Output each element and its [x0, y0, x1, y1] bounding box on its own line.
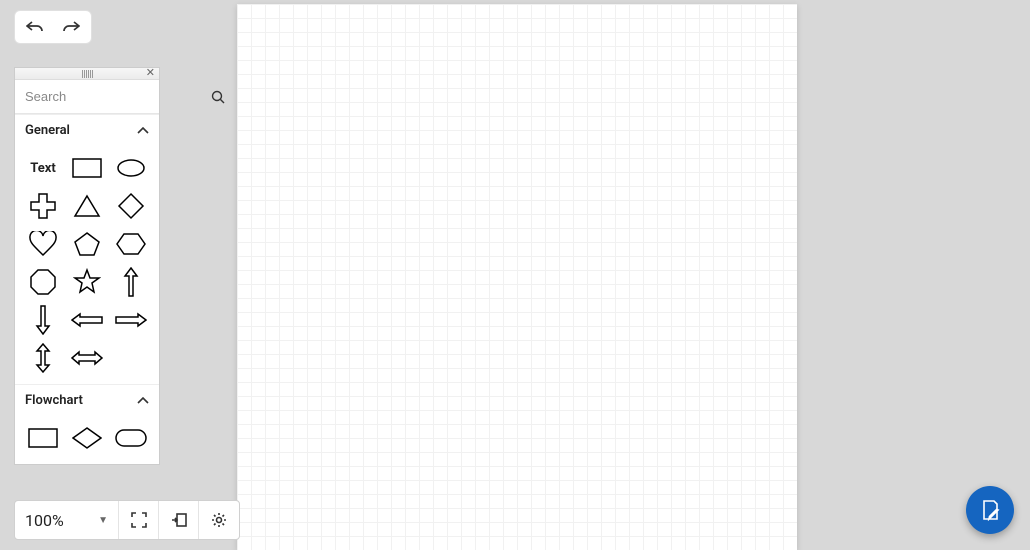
shape-fc-decision[interactable]: [67, 422, 107, 454]
edit-page-icon: [979, 499, 1001, 521]
section-body-general: Text: [15, 146, 159, 384]
grip-icon: [77, 70, 97, 78]
shape-text[interactable]: Text: [23, 152, 63, 184]
section-label: Flowchart: [25, 393, 83, 408]
redo-icon: [62, 20, 80, 34]
zoom-value: 100%: [25, 511, 64, 530]
shape-arrow-down[interactable]: [23, 304, 63, 336]
shape-ellipse[interactable]: [111, 152, 151, 184]
shape-hexagon[interactable]: [111, 228, 151, 260]
gear-icon: [211, 512, 227, 528]
shape-pentagon[interactable]: [67, 228, 107, 260]
shape-fc-process[interactable]: [23, 422, 63, 454]
process-icon: [28, 428, 58, 448]
decision-icon: [72, 427, 102, 449]
heart-icon: [29, 231, 57, 257]
palette-titlebar[interactable]: ✕: [15, 68, 159, 80]
section-head-general[interactable]: General: [15, 114, 159, 146]
shape-arrow-leftright[interactable]: [67, 342, 107, 374]
shape-arrow-right[interactable]: [111, 304, 151, 336]
shape-heart[interactable]: [23, 228, 63, 260]
settings-button[interactable]: [199, 501, 239, 539]
palette-search: [15, 80, 159, 114]
shape-fc-terminator[interactable]: [111, 422, 151, 454]
shape-octagon[interactable]: [23, 266, 63, 298]
cross-icon: [29, 192, 57, 220]
shape-star[interactable]: [67, 266, 107, 298]
drawing-canvas[interactable]: [237, 4, 797, 550]
terminator-icon: [115, 429, 147, 447]
arrow-left-icon: [71, 312, 103, 328]
shape-arrow-up[interactable]: [111, 266, 151, 298]
rectangle-icon: [72, 158, 102, 178]
arrow-leftright-icon: [71, 350, 103, 366]
arrow-up-icon: [123, 267, 139, 297]
triangle-icon: [73, 194, 101, 218]
shape-diamond[interactable]: [111, 190, 151, 222]
pentagon-icon: [73, 231, 101, 257]
star-icon: [73, 268, 101, 296]
fullscreen-icon: [131, 512, 147, 528]
edit-fab[interactable]: [966, 486, 1014, 534]
shape-arrow-updown[interactable]: [23, 342, 63, 374]
diamond-icon: [117, 192, 145, 220]
ellipse-icon: [116, 158, 146, 178]
shape-empty: [111, 342, 151, 374]
section-head-flowchart[interactable]: Flowchart: [15, 384, 159, 416]
redo-button[interactable]: [53, 11, 89, 43]
hexagon-icon: [116, 232, 146, 256]
chevron-up-icon: [137, 127, 149, 135]
zoom-dropdown[interactable]: 100% ▼: [15, 501, 119, 539]
section-body-flowchart: [15, 416, 159, 464]
shape-cross[interactable]: [23, 190, 63, 222]
shapes-palette: ✕ General Text: [14, 67, 160, 465]
caret-down-icon: ▼: [98, 515, 108, 526]
arrow-right-icon: [115, 312, 147, 328]
fit-page-button[interactable]: [159, 501, 199, 539]
section-label: General: [25, 123, 70, 138]
close-icon[interactable]: ✕: [146, 67, 155, 79]
arrow-updown-icon: [35, 343, 51, 373]
fit-page-icon: [171, 512, 187, 528]
undo-icon: [26, 20, 44, 34]
undo-button[interactable]: [17, 11, 53, 43]
octagon-icon: [29, 268, 57, 296]
shape-triangle[interactable]: [67, 190, 107, 222]
search-icon[interactable]: [211, 90, 225, 104]
shape-arrow-left[interactable]: [67, 304, 107, 336]
fullscreen-button[interactable]: [119, 501, 159, 539]
chevron-up-icon: [137, 397, 149, 405]
search-input[interactable]: [15, 89, 211, 104]
undo-redo-toolbar: [14, 10, 92, 44]
arrow-down-icon: [35, 305, 51, 335]
shape-rectangle[interactable]: [67, 152, 107, 184]
bottom-toolbar: 100% ▼: [14, 500, 240, 540]
